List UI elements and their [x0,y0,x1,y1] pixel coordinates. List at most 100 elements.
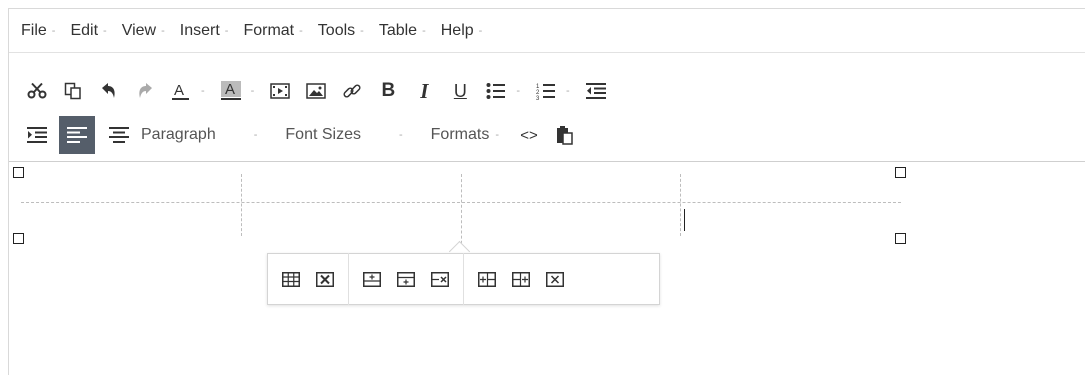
insert-column-before-button[interactable] [470,262,504,296]
media-button[interactable] [266,75,294,107]
insert-column-before-icon [478,271,496,287]
chevron-down-icon: - [103,24,107,37]
background-color-icon: A [220,81,241,100]
menu-label: File [21,21,47,39]
menu-label: Edit [70,21,99,39]
undo-button[interactable] [95,75,123,107]
delete-column-icon [546,271,564,287]
chevron-down-icon[interactable]: - [516,85,520,97]
text-color-button[interactable]: A [167,75,195,107]
code-button[interactable]: <> [515,119,543,151]
menubar: File - Edit - View - Insert - Format - Tools -… [9,9,1085,53]
link-icon [343,84,361,98]
table-resize-handle[interactable] [895,167,906,178]
menu-file[interactable]: File - [21,22,55,40]
menu-tools[interactable]: Tools - [318,22,364,40]
insert-row-after-icon [397,271,415,287]
numbered-list-button[interactable]: 123 [532,75,560,107]
redo-button[interactable] [131,75,159,107]
text-color-icon: A [172,82,189,100]
align-center-button[interactable] [105,119,133,151]
insert-row-after-button[interactable] [389,262,423,296]
delete-table-icon [316,271,334,287]
numbered-list-icon: 123 [536,84,556,100]
formats-select[interactable]: Formats - [431,126,499,144]
menu-label: Tools [317,21,356,39]
menu-help[interactable]: Help - [441,22,483,40]
chevron-down-icon: - [161,24,165,37]
chevron-down-icon[interactable]: - [566,85,570,97]
delete-table-button[interactable] [308,262,342,296]
chevron-down-icon: - [398,129,403,141]
outdent-button[interactable] [582,75,610,107]
indent-icon [27,127,47,143]
chevron-down-icon: - [253,129,258,141]
bold-icon: B [381,80,396,101]
delete-column-button[interactable] [538,262,572,296]
content-area-border [9,161,1085,162]
delete-row-icon [431,271,449,287]
insert-column-after-icon [512,271,530,287]
underline-icon: U [453,80,467,101]
svg-text:A: A [174,82,184,99]
chevron-down-icon[interactable]: - [201,85,205,97]
undo-icon [102,83,115,98]
italic-button[interactable]: I [410,75,438,107]
toolbar-row-1: A - A - B I U - 123 - [9,69,1085,113]
menu-view[interactable]: View - [122,22,165,40]
align-left-icon [67,127,87,143]
menu-label: View [121,21,157,39]
italic-icon: I [420,78,429,103]
redo-icon [139,83,152,98]
table-properties-button[interactable] [274,262,308,296]
link-button[interactable] [338,75,366,107]
bullet-list-button[interactable] [482,75,510,107]
svg-text:3: 3 [536,96,540,100]
cut-button[interactable] [23,75,51,107]
text-cursor [684,209,685,231]
chevron-down-icon: - [478,24,483,37]
bold-button[interactable]: B [374,75,402,107]
table-properties-icon [282,271,300,287]
paragraph-label: Paragraph [141,126,216,143]
table-resize-handle[interactable] [13,167,24,178]
image-button[interactable] [302,75,330,107]
insert-row-before-button[interactable] [355,262,389,296]
font-sizes-label: Font Sizes [285,126,361,143]
formats-label: Formats [430,126,490,143]
table-resize-handle[interactable] [13,233,24,244]
background-color-button[interactable]: A [217,75,245,107]
menu-label: Table [378,21,418,39]
insert-row-before-icon [363,271,381,287]
copy-button[interactable] [59,75,87,107]
insert-column-after-button[interactable] [504,262,538,296]
align-left-button[interactable] [59,116,95,154]
align-center-icon [109,127,129,143]
svg-text:A: A [225,81,235,98]
table-resize-handle[interactable] [895,233,906,244]
column-group [463,253,578,305]
delete-row-button[interactable] [423,262,457,296]
image-icon [306,83,327,99]
code-icon: <> [520,126,538,144]
chevron-down-icon[interactable]: - [251,85,255,97]
indent-button[interactable] [23,119,51,151]
menu-label: Format [243,21,295,39]
menu-table[interactable]: Table - [379,22,426,40]
rich-text-editor: File - Edit - View - Insert - Format - Tools -… [8,8,1085,375]
chevron-down-icon: - [224,24,229,37]
paragraph-select[interactable]: Paragraph - [141,126,257,144]
table-gridline [241,174,242,236]
menu-insert[interactable]: Insert - [180,22,229,40]
row-group [348,253,463,305]
menu-label: Help [440,21,474,39]
chevron-down-icon: - [422,24,426,37]
underline-button[interactable]: U [446,75,474,107]
menu-edit[interactable]: Edit - [70,22,106,40]
paste-button[interactable] [551,119,579,151]
table-group [268,253,348,305]
chevron-down-icon: - [495,129,499,141]
bullet-list-icon [486,83,506,99]
menu-format[interactable]: Format - [243,22,302,40]
font-sizes-select[interactable]: Font Sizes - [285,126,402,144]
